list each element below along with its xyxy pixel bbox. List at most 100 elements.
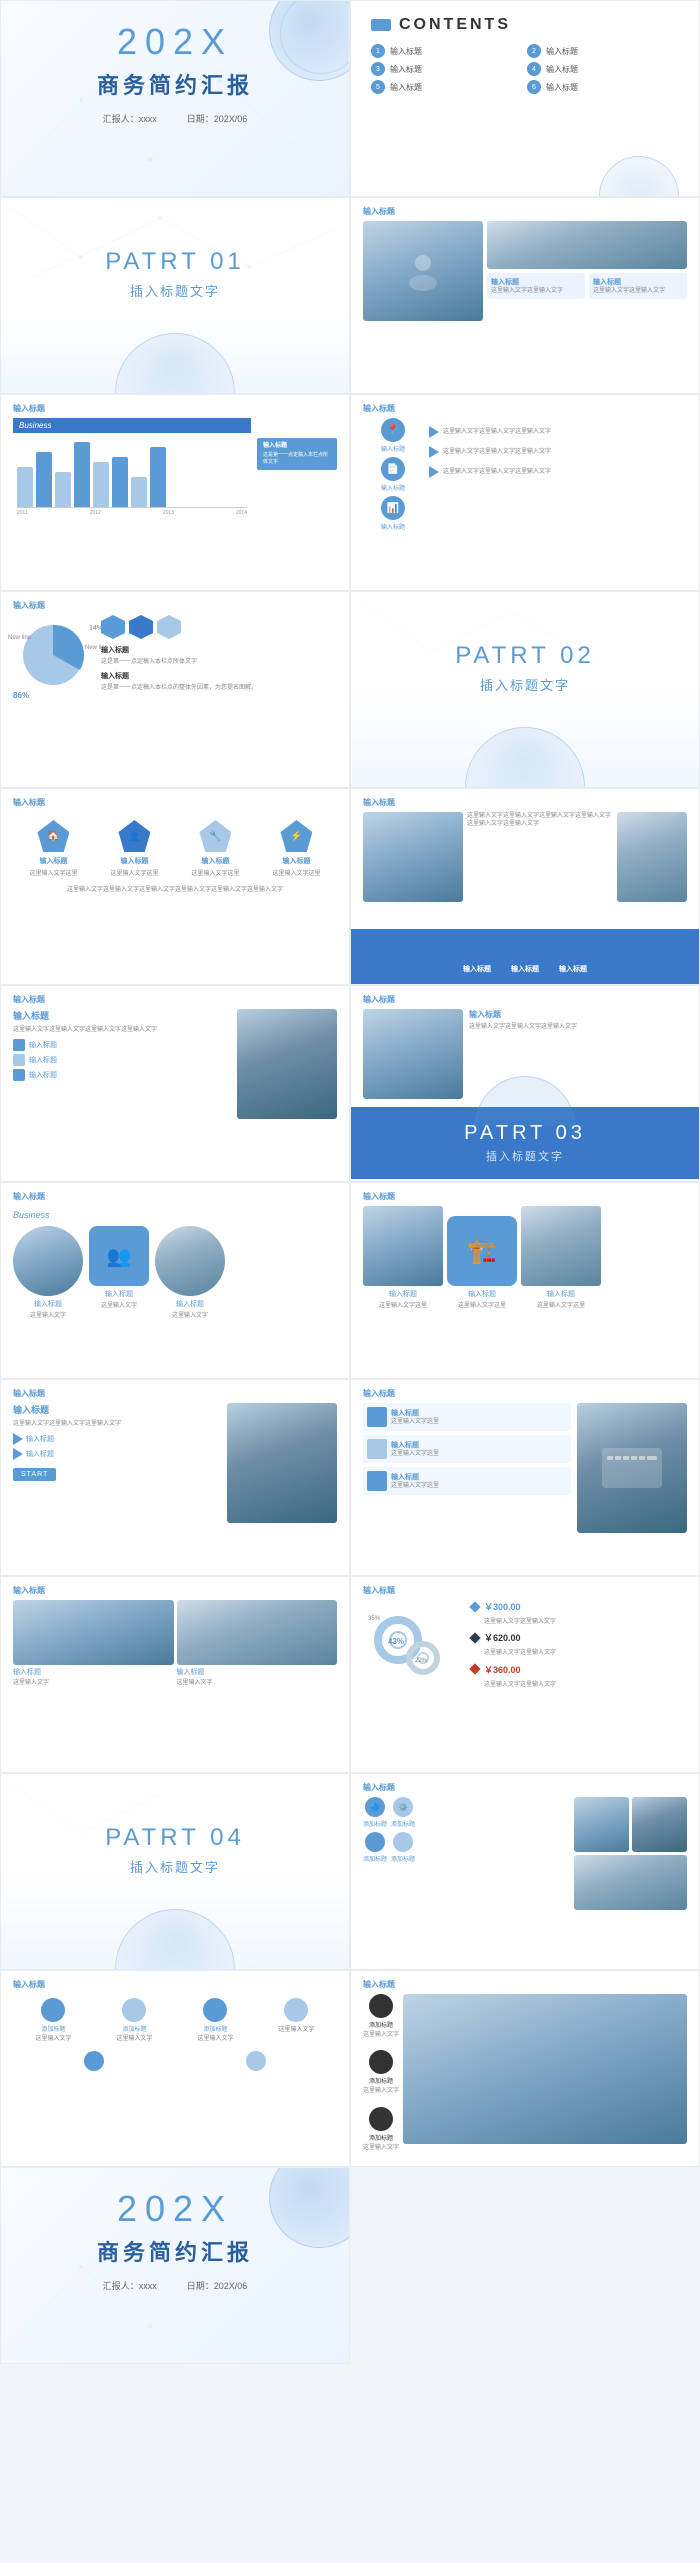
left-text: 输入标题 这里输入文字这里输入文字这里输入文字 输入标题 输入标题 START: [13, 1403, 221, 1523]
hex-1: [101, 615, 125, 639]
photo-2: [487, 221, 687, 269]
pentagon-icon-4: ⚡: [280, 820, 312, 852]
hex-2: [129, 615, 153, 639]
diamond-icon-3: [469, 1664, 480, 1675]
penta-item-2: 👤 输入标题 这里输入文字这里: [110, 820, 158, 878]
pentagon-icon-3: 🔧: [199, 820, 231, 852]
node-icon-3: [203, 1998, 227, 2022]
info-box: 输入标题 这是第一一点定稿入本栏点所体文字: [257, 438, 337, 470]
card-row: 输入标题 这里输入文字 👥 输入标题 这里输入文字 输入标题 这里输入文字: [13, 1226, 337, 1320]
icon-item-1: 📍 输入标题: [363, 418, 423, 453]
bar-6: [112, 457, 128, 507]
bar-chart: [13, 437, 251, 507]
label-box-2: 输入标题 这里输入文字这里输入文字: [589, 273, 687, 299]
start-button[interactable]: START: [13, 1468, 56, 1481]
penta-item-4: ⚡ 输入标题 这里输入文字这里: [272, 820, 320, 878]
slide-label: 输入标题: [1, 395, 349, 418]
photo-col-2: 🏗️ 输入标题 这里输入文字这里: [447, 1216, 517, 1310]
bullet-box-3: [367, 1471, 387, 1491]
icon-item-2: 添加标题 这里输入文字: [363, 2050, 399, 2095]
diamond-icon-2: [469, 1632, 480, 1643]
slide-1: 202X 商务简约汇报 汇报人：xxxx 日期：202X/06: [0, 0, 350, 197]
contents-title-text: CONTENTS: [399, 16, 511, 34]
node-icon-6: [246, 2051, 266, 2071]
bar-8: [150, 447, 166, 507]
arrow-icon: [429, 446, 439, 458]
slide-label: 输入标题: [351, 986, 699, 1009]
node-icon-4: [284, 1998, 308, 2022]
hex-3: [157, 615, 181, 639]
card-1: 输入标题 这里输入文字: [13, 1226, 83, 1320]
tree-item-2: 添加标题 这里输入文字: [116, 1998, 152, 2043]
pie-chart: 86% 14% New line New line: [13, 615, 93, 695]
photo-2: [632, 1797, 687, 1852]
half-circle-decoration: [599, 156, 679, 196]
bullet-icon-3: [13, 1069, 25, 1081]
circle-icon-4: [393, 1832, 413, 1852]
icon-row: 添加标题 这里输入文字 添加标题 这里输入文字 添加标题 这里输入文字 这里输入…: [13, 1998, 337, 2043]
dark-icon-1: [369, 1994, 393, 2018]
slide-label: 输入标题: [351, 1774, 699, 1797]
icon-item-2: ⚙️ 添加标题: [391, 1797, 415, 1828]
slide-label: 输入标题: [351, 1183, 699, 1206]
slide-2: CONTENTS 1 输入标题 2 输入标题 3 输入标题 4 输入标题 5 输…: [350, 0, 700, 197]
list-item: 2 输入标题: [527, 44, 679, 58]
label-box-1: 输入标题 这里输入文字这里输入文字: [487, 273, 585, 299]
diamond-icon-1: [469, 1601, 480, 1612]
slide-label: 输入标题: [1, 1183, 349, 1206]
penta-item-1: 🏠 输入标题 这里输入文字这里: [29, 820, 77, 878]
icon-item-3: 📊 输入标题: [363, 496, 423, 531]
bullet-box-1: [367, 1407, 387, 1427]
tree-item-6: [246, 2051, 266, 2073]
slides-grid: 202X 商务简约汇报 汇报人：xxxx 日期：202X/06 CONTENTS…: [0, 0, 700, 2364]
photos-row: 输入标题 这里输入文字这里 🏗️ 输入标题 这里输入文字这里 输入标题 这里输入…: [351, 1206, 699, 1318]
list-item: 3 输入标题: [371, 62, 523, 76]
price-list: ￥300.00 这里输入文字这里输入文字 ￥620.00 这里输入文字这里输入文…: [471, 1600, 687, 1700]
slide-label: 输入标题: [351, 1380, 699, 1403]
left-icons: 🔷 添加标题 ⚙️ 添加标题 添加标题 添加标题: [363, 1797, 568, 1910]
list-item: 5 输入标题: [371, 80, 523, 94]
circle-icon-3: [365, 1832, 385, 1852]
bar-2: [36, 452, 52, 507]
node-icon-1: [41, 1998, 65, 2022]
grid-photo-1: [13, 1600, 174, 1665]
photo-3: [521, 1206, 601, 1286]
circle-icon-1: 🔷: [365, 1797, 385, 1817]
arrow-icon: [429, 426, 439, 438]
business-label: Business: [13, 418, 251, 433]
photo-col-1: 输入标题 这里输入文字这里: [363, 1206, 443, 1310]
tree-item-1: 添加标题 这里输入文字: [35, 1998, 71, 2043]
photo-1: [574, 1797, 629, 1852]
list-item: 6 输入标题: [527, 80, 679, 94]
slide-label: 输入标题: [351, 1971, 699, 1994]
slide-13: 输入标题 Business 输入标题 这里输入文字 👥 输入标题 这里输入文字: [0, 1182, 350, 1379]
contents-bar: [371, 19, 391, 31]
list-item: 1 输入标题: [371, 44, 523, 58]
card-3: 输入标题 这里输入文字: [155, 1226, 225, 1320]
bar-1: [17, 467, 33, 507]
slide-8: PATRT 02 插入标题文字: [350, 591, 700, 788]
circle-icon-2: ⚙️: [393, 1797, 413, 1817]
photo-2-box: 🏗️: [447, 1216, 517, 1286]
slide-14: 输入标题 输入标题 这里输入文字这里 🏗️ 输入标题 这里输入文字这里 输入标题…: [350, 1182, 700, 1379]
slide-label: 输入标题: [1, 986, 349, 1009]
slide-22: 输入标题 添加标题 这里输入文字 添加标题 这里输入文字 添加标题 这里输入文字: [350, 1970, 700, 2167]
list-item: 4 输入标题: [527, 62, 679, 76]
photo-col-3: 输入标题 这里输入文字这里: [521, 1206, 601, 1310]
bullet-icon-2: [13, 1054, 25, 1066]
bullet-icon-1: [13, 1039, 25, 1051]
arrows-area: 这里输入文字这里输入文字这里输入文字 这里输入文字这里输入文字这里输入文字 这里…: [429, 418, 687, 486]
icon-column: 📍 输入标题 📄 输入标题 📊 输入标题: [363, 418, 423, 531]
photo-right: [237, 1009, 337, 1119]
icon-item-3: 添加标题 这里输入文字: [363, 2107, 399, 2152]
slide-16: 输入标题 输入标题 这里输入文字这里 输入标题 这里输入文字这里: [350, 1379, 700, 1576]
arrow-icon: [13, 1448, 23, 1460]
grid-photo-2: [177, 1600, 338, 1665]
tree-item-4: 这里输入文字: [278, 1998, 314, 2043]
text-area: 这里输入文字这里输入文字这里输入文字这里输入文字这里输入文字这里输入文字: [467, 812, 613, 902]
slide-3: PATRT 01 插入标题文字: [0, 197, 350, 394]
gears-area: 43% 22% 35%: [363, 1600, 463, 1700]
hex-items: 输入标题 这是第一一点定稿入本栏点所体文字 输入标题 这是第一一点定稿入本栏点的…: [101, 615, 337, 693]
dark-icon-2: [369, 2050, 393, 2074]
slide-21: 输入标题 添加标题 这里输入文字 添加标题 这里输入文字 添加标题 这里输入文字: [0, 1970, 350, 2167]
